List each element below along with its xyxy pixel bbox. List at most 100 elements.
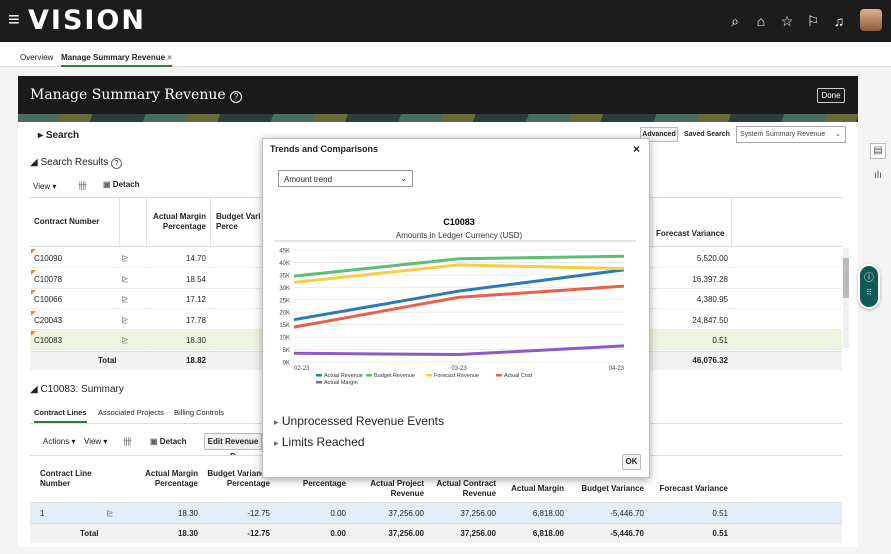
summary-cell: 37,256.00 xyxy=(460,509,496,518)
avatar[interactable] xyxy=(860,9,882,31)
results-scrollbar[interactable] xyxy=(843,248,849,348)
document-icon[interactable]: ▤ xyxy=(870,143,886,159)
summary-cell: 6,818.00 xyxy=(532,509,564,518)
search-results-label: Search Results xyxy=(40,157,109,168)
forecast-variance: 24,847.50 xyxy=(692,315,728,325)
search-toggle[interactable]: ▸ Search xyxy=(38,130,79,141)
summary-detach-button[interactable]: ▣ Detach xyxy=(150,437,186,446)
forecast-variance: 5,520.00 xyxy=(696,254,728,263)
y-tick-label: 0K xyxy=(283,361,290,367)
tab-close-icon[interactable]: × xyxy=(167,53,172,62)
col-forecast-variance[interactable]: Forecast Variance xyxy=(650,484,728,493)
view-label: View xyxy=(33,182,51,191)
contract-number[interactable]: C10090 xyxy=(34,254,62,263)
star-icon[interactable]: ☆ xyxy=(779,13,795,29)
col-actual-margin[interactable]: Actual Margin Percentage xyxy=(150,212,206,232)
summary-title: ◢ C10083: Summary xyxy=(30,384,124,395)
detach-label: Detach xyxy=(112,180,140,189)
col-contract-line-number[interactable]: Contract Line Number xyxy=(40,469,100,489)
col-budget-variance[interactable]: Budget Variance xyxy=(566,484,644,493)
legend-label: Actual Margin xyxy=(324,380,358,386)
expand-icon: ▸ xyxy=(274,417,279,427)
legend-label: Actual Revenue xyxy=(324,373,363,379)
bell-icon[interactable]: ♫ xyxy=(831,13,847,29)
col-forecast-variance[interactable]: Forecast Variance xyxy=(656,229,724,238)
series-line xyxy=(293,263,625,284)
contract-number[interactable]: C10083 xyxy=(34,336,62,345)
ok-button[interactable]: OK xyxy=(622,454,641,470)
freeze-icon[interactable]: 卌 xyxy=(78,179,87,192)
y-tick-label: 35K xyxy=(279,273,290,279)
unprocessed-section[interactable]: ▸ Unprocessed Revenue Events xyxy=(274,414,444,428)
col-contract-number[interactable]: Contract Number xyxy=(34,217,99,226)
hamburger-icon[interactable]: ≡ xyxy=(8,10,20,30)
actions-label: Actions xyxy=(43,437,70,446)
limits-section[interactable]: ▸ Limits Reached xyxy=(274,435,365,449)
legend-swatch xyxy=(316,381,322,384)
legend-swatch xyxy=(426,374,432,377)
chart-icon[interactable]: ⊵ xyxy=(121,315,129,326)
unprocessed-label: Unprocessed Revenue Events xyxy=(281,414,444,428)
chevron-down-icon: ⌄ xyxy=(835,131,841,138)
bar-chart-icon[interactable]: ılı xyxy=(870,169,886,185)
tab-billing-controls[interactable]: Billing Controls xyxy=(174,408,224,417)
view-menu[interactable]: View ▾ xyxy=(33,182,56,191)
contract-number[interactable]: C10078 xyxy=(34,275,62,284)
legend-label: Forecast Revenue xyxy=(434,373,479,379)
col-actual-contract-revenue[interactable]: Actual Contract Revenue xyxy=(430,479,496,499)
tab-contract-lines[interactable]: Contract Lines xyxy=(34,408,87,423)
y-tick-label: 5K xyxy=(283,348,290,354)
col-actual-project-revenue[interactable]: Actual Project Revenue xyxy=(358,479,424,499)
close-icon[interactable]: × xyxy=(633,142,640,156)
saved-search-select[interactable]: System Summary Revenue ⌄ xyxy=(736,126,846,143)
help-icon[interactable]: ? xyxy=(230,91,243,103)
header-banner xyxy=(18,114,858,122)
col-actual-margin-pct[interactable]: Actual Margin Percentage xyxy=(140,469,198,489)
x-tick-label: 02-23 xyxy=(294,366,310,372)
search-icon[interactable]: ⌕ xyxy=(727,13,743,29)
col-actual-margin[interactable]: Actual Margin xyxy=(500,484,564,493)
y-tick-label: 40K xyxy=(279,261,290,267)
chart-title: C10083 xyxy=(443,217,475,227)
chart-icon[interactable]: ⊵ xyxy=(106,508,114,519)
tab-overview[interactable]: Overview xyxy=(20,53,53,62)
chart-icon[interactable]: ⊵ xyxy=(121,274,129,285)
x-tick-label: 04-23 xyxy=(609,366,625,372)
detach-button[interactable]: ▣ Detach xyxy=(103,180,139,189)
chart-icon[interactable]: ⊵ xyxy=(121,335,129,346)
legend-label: Actual Cost xyxy=(504,373,533,379)
col-percentage[interactable]: Percentage xyxy=(282,479,346,488)
tab-manage-summary-revenue[interactable]: Manage Summary Revenue × xyxy=(61,53,172,67)
y-tick-label: 15K xyxy=(279,323,290,329)
tab-associated-projects[interactable]: Associated Projects xyxy=(98,408,164,417)
done-button[interactable]: Done xyxy=(817,88,845,103)
actions-menu[interactable]: Actions ▾ xyxy=(43,437,75,446)
chart-type-select[interactable]: Amount trend ⌄ xyxy=(278,170,413,187)
chart-icon[interactable]: ⊵ xyxy=(121,294,129,305)
summary-view-menu[interactable]: View ▾ xyxy=(84,437,107,446)
help-icon[interactable]: ? xyxy=(111,158,123,169)
summary-cell: 18.30 xyxy=(177,509,198,518)
chart-icon[interactable]: ⊵ xyxy=(121,253,129,264)
edit-revenue-button[interactable]: Edit Revenue D xyxy=(204,433,262,461)
detach-icon: ▣ xyxy=(150,437,158,446)
trend-chart: C10083 Amounts in Ledger Currency (USD) 0K… xyxy=(274,217,636,386)
home-icon[interactable]: ⌂ xyxy=(753,13,769,29)
summary-cell: -5,446.70 xyxy=(610,509,644,518)
dots-icon: ⠿ xyxy=(866,288,872,297)
contract-number[interactable]: C20043 xyxy=(34,316,62,325)
col-budget-variance[interactable]: Budget Vari Perce xyxy=(216,212,262,232)
freeze-icon[interactable]: 卌 xyxy=(123,435,132,448)
contract-number[interactable]: C10066 xyxy=(34,295,62,304)
col-budget-variance-pct[interactable]: Budget Variance Percentage xyxy=(204,469,270,489)
tab-label: Manage Summary Revenue xyxy=(61,53,166,62)
summary-cell: -12.75 xyxy=(247,509,270,518)
actual-margin: 18.30 xyxy=(185,336,206,345)
summary-total-cell: 6,818.00 xyxy=(532,529,564,538)
flag-icon[interactable]: ⚐ xyxy=(805,13,821,29)
forecast-variance: 4,380.95 xyxy=(696,295,728,304)
forecast-variance: 16,397.28 xyxy=(692,274,728,284)
assistant-widget[interactable]: ⓘ ⠿ xyxy=(858,264,880,309)
summary-total-cell: Total xyxy=(80,529,99,538)
forecast-variance: 0.51 xyxy=(712,336,728,345)
